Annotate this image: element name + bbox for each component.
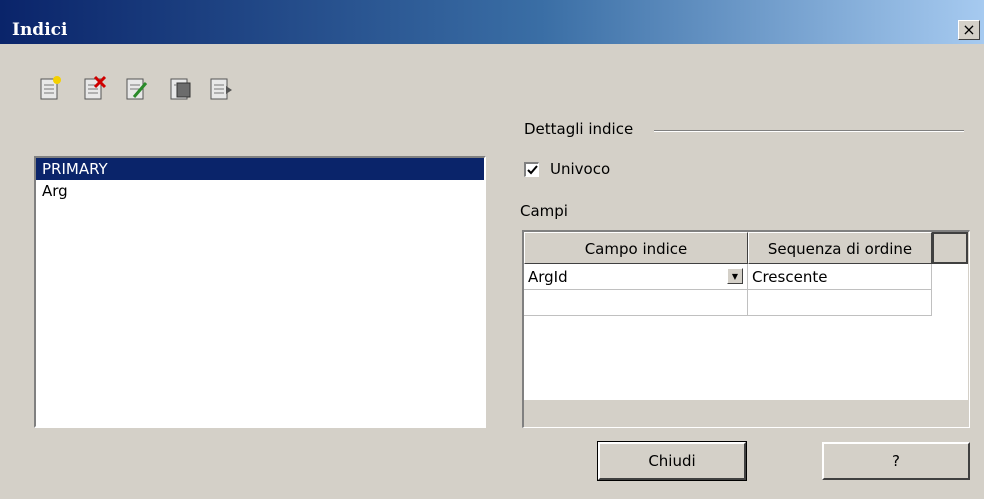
close-button[interactable]: ×	[958, 20, 980, 40]
index-item-primary[interactable]: PRIMARY	[36, 158, 484, 180]
save-index-button[interactable]	[168, 74, 194, 102]
save-index-icon	[170, 78, 191, 100]
delete-index-icon	[84, 75, 107, 100]
table-row-field-cell[interactable]	[524, 290, 748, 316]
field-value: ArgId	[528, 268, 568, 286]
unique-checkbox[interactable]	[524, 162, 539, 177]
close-dialog-button[interactable]: Chiudi	[597, 441, 747, 481]
rename-index-icon	[126, 78, 148, 100]
chevron-down-icon[interactable]: ▼	[727, 268, 743, 284]
new-index-icon	[40, 76, 61, 100]
index-details-heading: Dettagli indice	[524, 120, 634, 138]
window-title: Indici	[12, 20, 68, 40]
unique-label: Univoco	[550, 160, 611, 178]
title-bar: Indici ×	[0, 0, 984, 44]
checkmark-icon	[527, 165, 538, 175]
column-header-field[interactable]: Campo indice	[524, 232, 748, 264]
new-index-button[interactable]	[38, 74, 64, 102]
index-item-arg[interactable]: Arg	[36, 180, 484, 202]
help-button[interactable]: ?	[822, 442, 970, 480]
column-header-order[interactable]: Sequenza di ordine	[748, 232, 932, 264]
table-row-field-cell[interactable]: ArgId ▼	[524, 264, 748, 290]
index-list[interactable]: PRIMARY Arg	[34, 156, 486, 428]
delete-index-button[interactable]	[82, 74, 108, 102]
reset-index-button[interactable]	[208, 74, 234, 102]
table-row-order-cell[interactable]	[748, 290, 932, 316]
reset-index-icon	[210, 78, 232, 100]
table-row-order-cell[interactable]: Crescente	[748, 264, 932, 290]
rename-index-button[interactable]	[124, 74, 150, 102]
fields-grid: Campo indice Sequenza di ordine ArgId ▼ …	[522, 230, 970, 428]
column-header-extra[interactable]	[932, 232, 968, 264]
group-divider	[654, 130, 964, 132]
fields-label: Campi	[520, 202, 568, 220]
